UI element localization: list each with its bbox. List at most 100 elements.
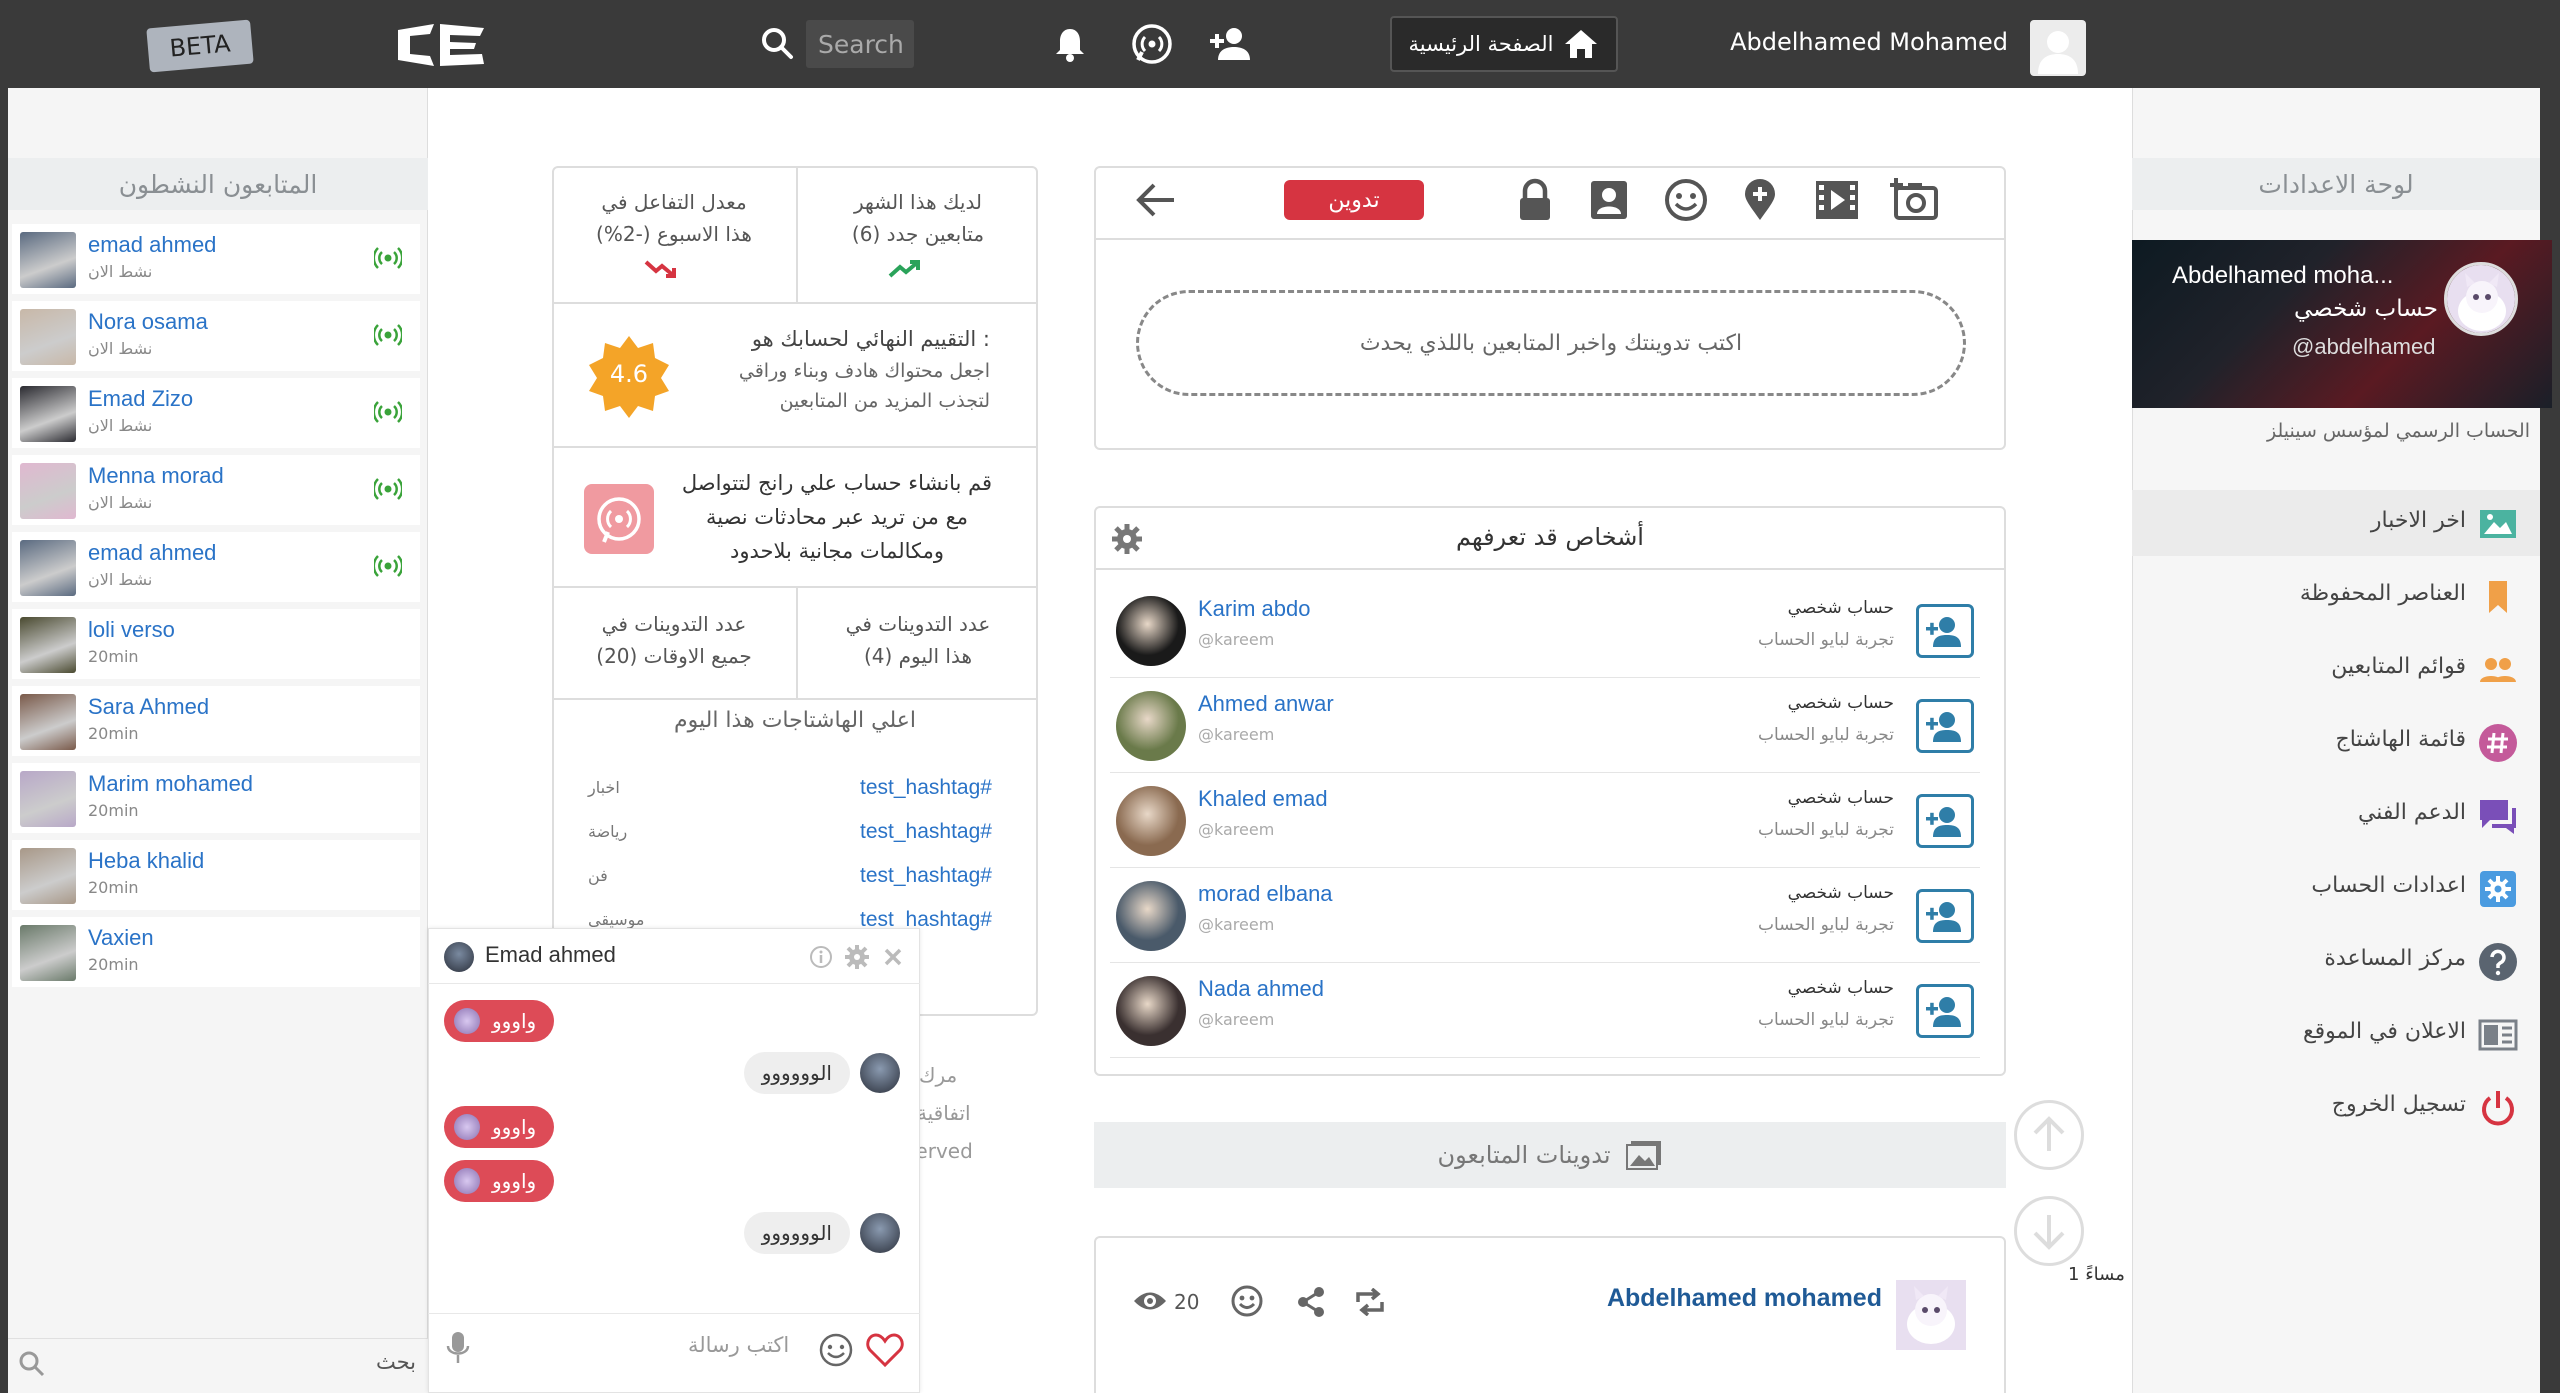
follower-row[interactable]: loli verso 20min [12,609,420,679]
post-submit-button[interactable]: تدوين [1284,180,1424,220]
followers-search-bar[interactable] [8,1338,428,1393]
hashtag-link[interactable]: test_hashtag# [860,776,992,800]
user-name[interactable]: Abdelhamed Mohamed [1700,28,2008,56]
profile-handle: @abdelhamed [2292,334,2436,359]
follower-avatar [20,309,76,365]
stat-line: هذا اليوم (4) [863,644,973,668]
heart-icon[interactable] [866,1332,904,1368]
settings-menu-item[interactable]: مركز المساعدة [2132,928,2540,994]
follower-avatar [20,617,76,673]
post-author-avatar[interactable] [1896,1280,1966,1350]
add-photo-camera-icon[interactable] [1890,176,1940,222]
chat-avatar [444,942,474,972]
follower-row[interactable]: Sara Ahmed 20min [12,686,420,756]
chat-icon [2476,794,2520,838]
suggestions-settings-gear-icon[interactable] [1110,522,1144,556]
profile-avatar[interactable] [2444,262,2518,336]
person-avatar[interactable] [1116,691,1186,761]
settings-menu-item[interactable]: اعدادات الحساب [2132,855,2540,921]
person-name[interactable]: Khaled emad [1198,786,1328,812]
person-avatar[interactable] [1116,881,1186,951]
react-emoji-icon[interactable] [1230,1284,1264,1318]
stat-line: عدد التدوينات في [601,612,747,636]
follower-row[interactable]: Marim mohamed 20min [12,763,420,833]
chat-settings-gear-icon[interactable] [844,944,870,970]
settings-menu-item[interactable]: قائمة الهاشتاج [2132,709,2540,775]
settings-menu-item[interactable]: العناصر المحفوظة [2132,563,2540,629]
follow-person-add-user-icon[interactable] [1916,699,1974,753]
follower-row[interactable]: Heba khalid 20min [12,840,420,910]
emoji-icon[interactable] [818,1332,854,1368]
settings-menu-item[interactable]: الاعلان في الموقع [2132,1001,2540,1067]
follower-status: نشط الان [88,339,153,358]
user-avatar[interactable] [2030,20,2086,76]
rating-hint: لتجذب المزيد من المتابعين [779,390,990,412]
microphone-icon[interactable] [446,1330,470,1366]
notifications-bell-icon[interactable] [1050,24,1090,64]
repost-icon[interactable] [1354,1288,1386,1316]
logo[interactable] [394,22,488,68]
follower-row[interactable]: Menna morad نشط الان [12,455,420,525]
follow-person-add-user-icon[interactable] [1916,794,1974,848]
person-avatar[interactable] [1116,786,1186,856]
messenger-icon[interactable] [1130,22,1174,66]
follow-person-add-user-icon[interactable] [1916,889,1974,943]
person-avatar[interactable] [1116,976,1186,1046]
home-button[interactable]: الصفحة الرئيسية [1390,16,1618,72]
search-input[interactable]: Search [806,20,914,68]
follower-name: Menna morad [88,463,224,488]
help-icon [2476,940,2520,984]
person-name[interactable]: Ahmed anwar [1198,691,1334,717]
info-icon[interactable] [808,944,834,970]
follower-row[interactable]: emad ahmed نشط الان [12,532,420,602]
follower-avatar [20,694,76,750]
chat-message-input[interactable]: اكتب رسالة [688,1333,789,1357]
follow-person-add-user-icon[interactable] [1916,604,1974,658]
person-avatar[interactable] [1116,596,1186,666]
search-icon[interactable] [760,26,794,60]
stat-line: هذا الاسبوع (-2%) [596,222,752,246]
follower-status: نشط الان [88,416,153,435]
follower-row[interactable]: Nora osama نشط الان [12,301,420,371]
menu-item-label: قوائم المتابعين [2331,654,2466,679]
hashtag-link[interactable]: test_hashtag# [860,820,992,844]
post-text-input[interactable]: اكتب تدوينتك واخبر المتابعين باللذي يحدث [1136,290,1966,396]
back-arrow-icon[interactable] [1134,180,1178,220]
suggested-person-row: Khaled emad @kareem حساب شخصي تجربة لبايو ا… [1110,774,1980,868]
gear-icon [2476,867,2520,911]
window-edge-right [2540,0,2560,1393]
follower-row[interactable]: Vaxien 20min [12,917,420,987]
follower-row[interactable]: emad ahmed نشط الان [12,224,420,294]
scroll-down-button[interactable] [2014,1196,2084,1266]
followers-posts-header[interactable]: تدوينات المتابعون [1094,1122,2006,1188]
feeling-emoji-icon[interactable] [1664,178,1708,222]
close-icon[interactable] [880,944,906,970]
friend-requests-icon[interactable] [1208,24,1254,64]
share-icon[interactable] [1296,1286,1326,1318]
follower-name: Heba khalid [88,848,205,873]
settings-menu-item[interactable]: تسجيل الخروج [2132,1074,2540,1140]
post-author-name[interactable]: Abdelhamed mohamed [1600,1284,1882,1313]
follower-row[interactable]: Emad Zizo نشط الان [12,378,420,448]
person-name[interactable]: Nada ahmed [1198,976,1324,1002]
online-indicator-icon [374,552,402,580]
follower-status: نشط الان [88,493,153,512]
person-name[interactable]: morad elbana [1198,881,1333,907]
stat-line: معدل التفاعل في [601,190,747,214]
settings-menu-item[interactable]: اخر الاخبار [2132,490,2540,556]
hashtag-link[interactable]: test_hashtag# [860,864,992,888]
online-indicator-icon [374,475,402,503]
location-pin-icon[interactable] [1740,178,1780,222]
hashtag-category: فن [588,866,608,885]
scroll-up-button[interactable] [2014,1100,2084,1170]
search-icon[interactable] [18,1350,46,1378]
stats-panel [552,166,1038,1016]
person-name[interactable]: Karim abdo [1198,596,1311,622]
contact-card-icon[interactable] [1588,178,1630,222]
rang-app-icon[interactable] [584,484,654,554]
lock-icon[interactable] [1514,178,1556,222]
follow-person-add-user-icon[interactable] [1916,984,1974,1038]
settings-menu-item[interactable]: قوائم المتابعين [2132,636,2540,702]
video-icon[interactable] [1814,178,1860,222]
settings-menu-item[interactable]: الدعم الفني [2132,782,2540,848]
